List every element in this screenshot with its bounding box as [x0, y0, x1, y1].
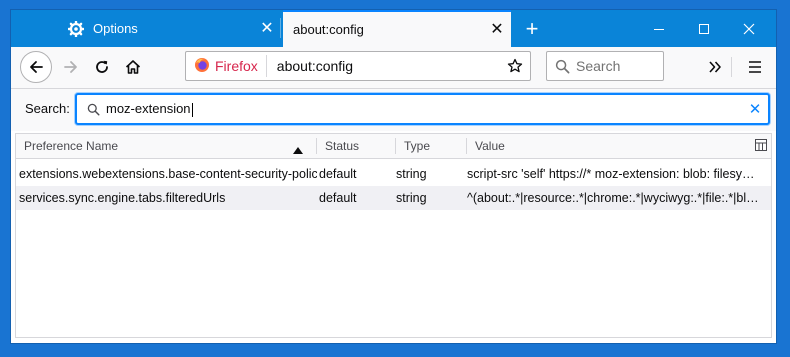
search-placeholder: Search — [576, 58, 621, 74]
column-picker-icon[interactable] — [755, 139, 767, 154]
table-row[interactable]: extensions.webextensions.base-content-se… — [16, 162, 771, 186]
filter-label: Search: — [25, 101, 70, 116]
column-header-name[interactable]: Preference Name — [16, 134, 316, 158]
search-icon — [87, 103, 100, 116]
close-tab-options-icon[interactable]: ✕ — [253, 20, 281, 37]
forward-button[interactable] — [55, 51, 87, 83]
filter-input[interactable]: moz-extension ✕ — [75, 93, 770, 125]
gear-icon — [65, 20, 87, 37]
url-bar[interactable]: Firefox about:config — [185, 51, 531, 81]
pref-status: default — [319, 191, 357, 205]
search-bar[interactable]: Search — [546, 51, 664, 81]
pref-value: script-src 'self' https://* moz-extensio… — [467, 167, 759, 181]
nav-bar: Firefox about:config Search — [11, 47, 776, 89]
pref-value: ^(about:.*|resource:.*|chrome:.*|wyciwyg… — [467, 191, 759, 205]
firefox-window: Options ✕ about:config ✕ + Firefox about… — [11, 10, 776, 343]
sort-ascending-icon — [293, 143, 303, 157]
home-button[interactable] — [117, 51, 149, 83]
hamburger-icon — [749, 61, 761, 73]
pref-type: string — [396, 167, 427, 181]
preferences-table: Preference Name Status Type Value extens… — [15, 133, 772, 338]
bookmark-star-icon[interactable] — [500, 58, 530, 74]
column-header-value[interactable]: Value — [467, 134, 747, 158]
back-arrow-icon — [30, 61, 43, 73]
tab-separator — [280, 18, 281, 38]
minimize-button[interactable] — [636, 10, 681, 47]
toolbar-separator — [731, 57, 732, 77]
minimize-icon — [653, 28, 664, 30]
menu-button[interactable] — [739, 51, 771, 83]
firefox-logo-icon — [194, 57, 210, 76]
table-row[interactable]: services.sync.engine.tabs.filteredUrls d… — [16, 186, 771, 210]
tab-about-config[interactable]: about:config ✕ — [283, 10, 511, 47]
maximize-icon — [698, 23, 709, 34]
pref-status: default — [319, 167, 357, 181]
tab-options[interactable]: Options ✕ — [59, 10, 281, 47]
table-header: Preference Name Status Type Value — [16, 134, 771, 159]
reload-button[interactable] — [86, 51, 118, 83]
tab-options-label: Options — [93, 21, 138, 36]
tab-bar: Options ✕ about:config ✕ + — [11, 10, 776, 47]
filter-value: moz-extension — [106, 101, 742, 117]
about-config-page: Search: moz-extension ✕ Preference Name — [11, 89, 776, 343]
double-chevron-right-icon — [709, 61, 721, 73]
search-icon — [555, 59, 570, 74]
identity-label: Firefox — [215, 58, 258, 74]
column-header-type[interactable]: Type — [396, 134, 466, 158]
pref-name: services.sync.engine.tabs.filteredUrls — [19, 191, 226, 205]
close-tab-about-config-icon[interactable]: ✕ — [483, 21, 511, 38]
url-text: about:config — [276, 58, 354, 74]
close-icon — [743, 23, 754, 34]
pref-name: extensions.webextensions.base-content-se… — [19, 167, 317, 181]
tab-about-config-label: about:config — [293, 22, 364, 37]
back-button[interactable] — [20, 51, 52, 83]
reload-icon — [96, 60, 108, 73]
column-header-status[interactable]: Status — [317, 134, 395, 158]
maximize-button[interactable] — [681, 10, 726, 47]
clear-filter-icon[interactable]: ✕ — [742, 100, 768, 118]
home-icon — [125, 60, 141, 74]
pref-type: string — [396, 191, 427, 205]
overflow-menu-button[interactable] — [699, 51, 731, 83]
close-window-button[interactable] — [726, 10, 771, 47]
new-tab-button[interactable]: + — [514, 10, 550, 47]
filter-row: Search: moz-extension ✕ — [11, 89, 776, 131]
identity-box[interactable]: Firefox — [186, 55, 267, 77]
forward-arrow-icon — [64, 61, 77, 73]
